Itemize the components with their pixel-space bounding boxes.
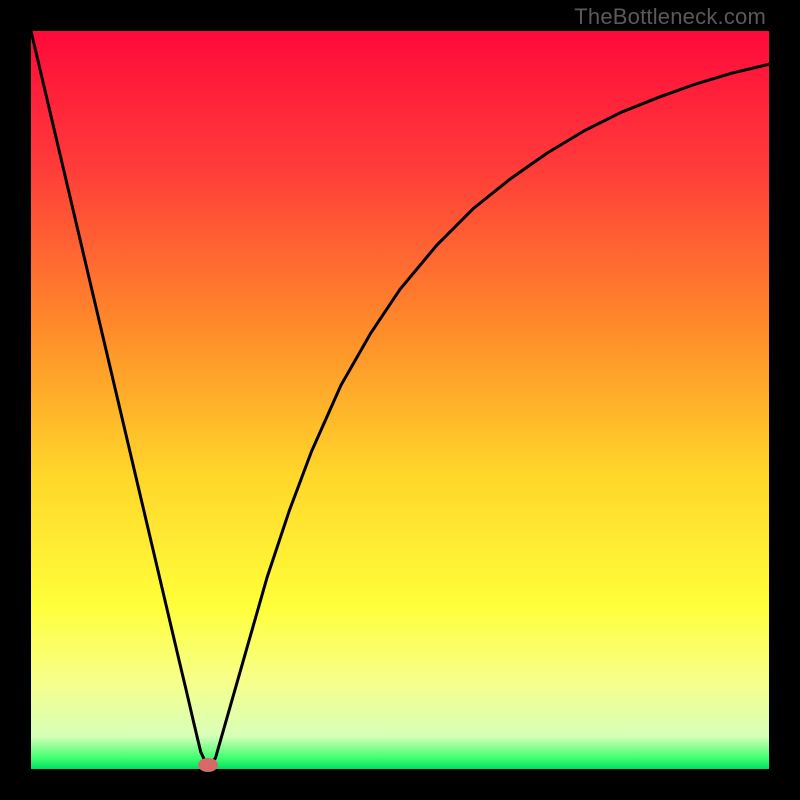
watermark-label: TheBottleneck.com xyxy=(574,4,766,30)
chart-frame xyxy=(31,31,769,769)
bottleneck-chart xyxy=(31,31,769,769)
gradient-background xyxy=(31,31,769,769)
optimal-point-marker xyxy=(198,758,218,772)
